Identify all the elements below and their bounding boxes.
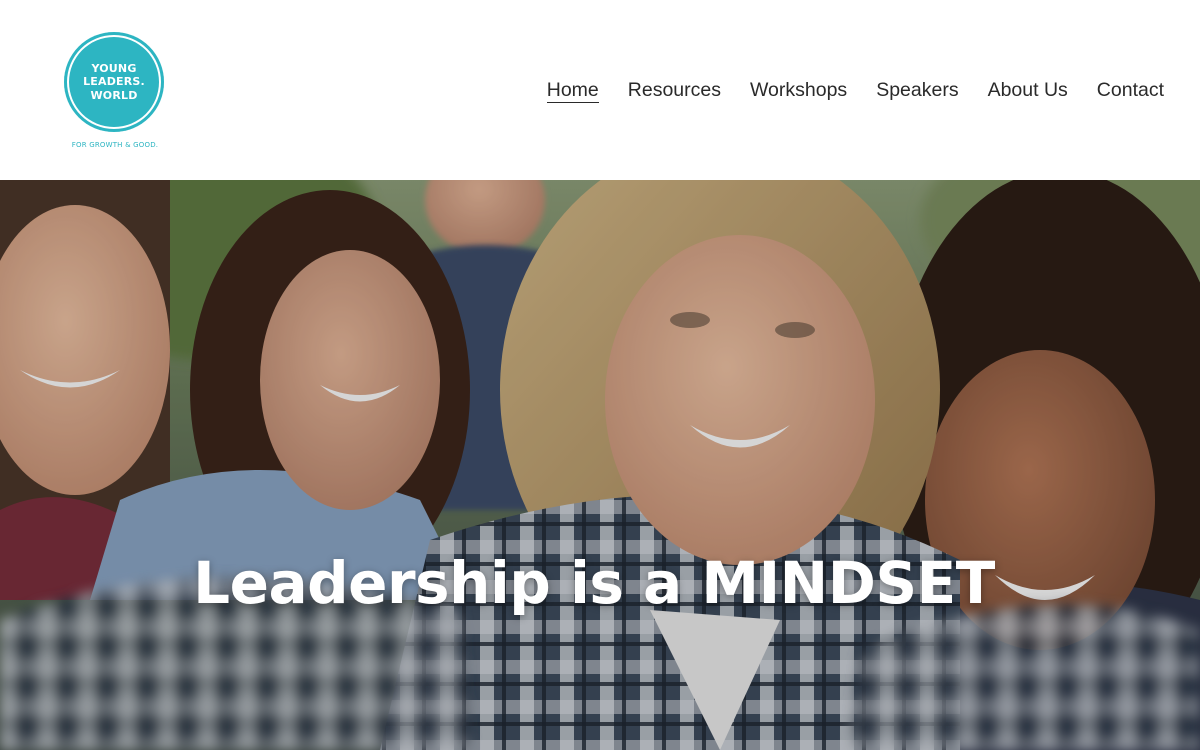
hero-section: Leadership is a MINDSET <box>0 180 1200 750</box>
logo-line-1: YOUNG <box>91 61 137 75</box>
hero-title: Leadership is a MINDSET <box>193 549 995 617</box>
nav-item-contact[interactable]: Contact <box>1097 78 1164 102</box>
nav-item-home[interactable]: Home <box>546 78 599 103</box>
site-logo[interactable]: YOUNG LEADERS. WORLD FOR GROWTH & GOOD. <box>64 32 166 152</box>
logo-tagline: FOR GROWTH & GOOD. <box>71 141 159 149</box>
nav-item-workshops[interactable]: Workshops <box>750 78 847 102</box>
page: YOUNG LEADERS. WORLD FOR GROWTH & GOOD. … <box>0 0 1200 750</box>
logo-badge: YOUNG LEADERS. WORLD <box>64 32 164 132</box>
nav-item-speakers[interactable]: Speakers <box>876 78 958 102</box>
site-header: YOUNG LEADERS. WORLD FOR GROWTH & GOOD. … <box>0 0 1200 180</box>
logo-line-2: LEADERS. <box>83 75 145 89</box>
hero-image-overlay <box>0 180 1200 750</box>
nav-item-resources[interactable]: Resources <box>628 78 721 102</box>
logo-line-3: WORLD <box>90 88 138 102</box>
main-navigation: Home Resources Workshops Speakers About … <box>546 78 1164 103</box>
nav-item-about-us[interactable]: About Us <box>988 78 1068 102</box>
